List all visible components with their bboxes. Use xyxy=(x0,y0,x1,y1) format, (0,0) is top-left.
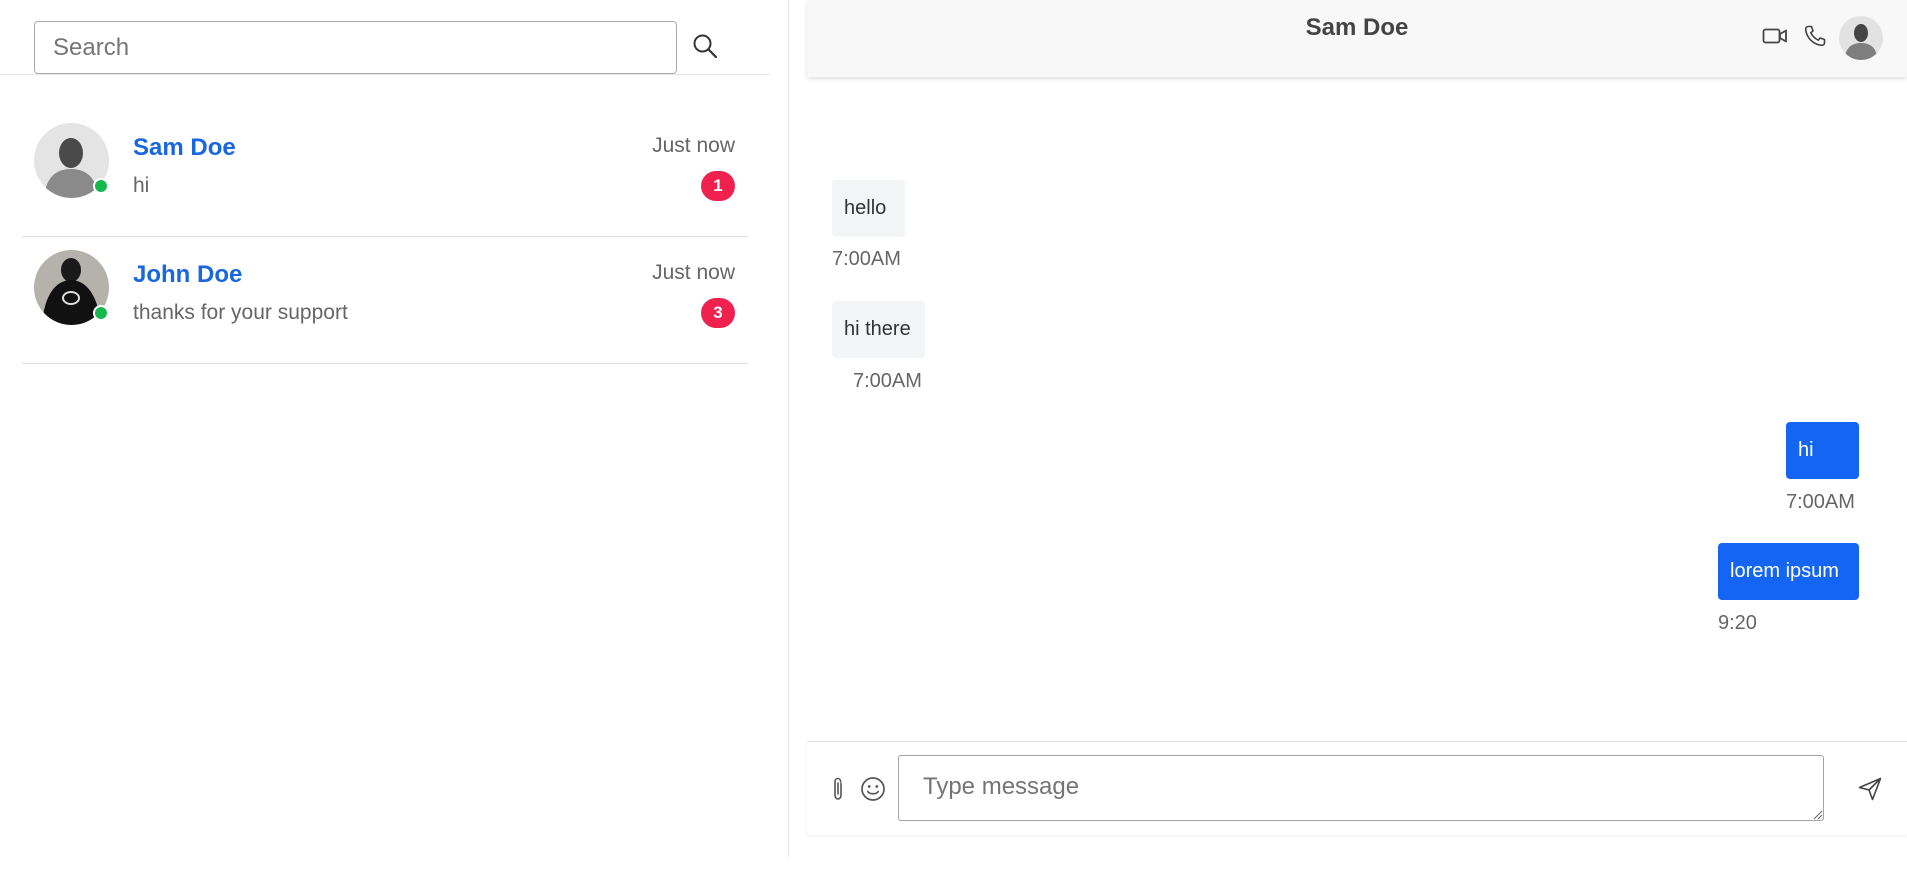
message-text: hi there xyxy=(844,318,911,340)
message-input[interactable] xyxy=(898,755,1824,821)
conversation-header: Sam Doe xyxy=(807,0,1907,77)
unread-badge: 3 xyxy=(701,298,735,328)
send-icon[interactable] xyxy=(1856,775,1884,803)
paperclip-icon[interactable] xyxy=(824,775,852,803)
phone-icon[interactable] xyxy=(1801,22,1829,50)
message-bubble-incoming: hi there xyxy=(832,301,925,358)
online-status-dot xyxy=(93,305,109,321)
message-time: 7:00AM xyxy=(1786,491,1855,513)
video-camera-icon[interactable] xyxy=(1761,22,1789,50)
message-bubble-incoming: hello xyxy=(832,180,905,237)
resize-grip-icon[interactable] xyxy=(1813,810,1823,820)
chat-name: John Doe xyxy=(133,261,243,288)
unread-badge: 1 xyxy=(701,171,735,201)
search-icon[interactable] xyxy=(690,31,720,61)
online-status-dot xyxy=(93,178,109,194)
chat-preview: thanks for your support xyxy=(133,301,348,324)
chat-time: Just now xyxy=(652,134,735,157)
chat-name: Sam Doe xyxy=(133,134,236,161)
chat-list-sidebar: Sam Doe hi Just now 1 John Doe thanks fo… xyxy=(0,0,789,857)
conversation-panel: Sam Doe hello 7:00AM hi there 7:00AM hi … xyxy=(807,0,1907,835)
contact-avatar[interactable] xyxy=(1839,16,1883,60)
message-bubble-outgoing: hi xyxy=(1786,422,1859,479)
message-text: lorem ipsum xyxy=(1730,560,1839,582)
message-bubble-outgoing: lorem ipsum xyxy=(1718,543,1859,600)
message-text: hello xyxy=(844,197,887,219)
message-time: 7:00AM xyxy=(832,248,901,270)
search-input[interactable] xyxy=(34,21,677,74)
message-text: hi xyxy=(1798,439,1814,461)
conversation-title: Sam Doe xyxy=(1305,14,1409,41)
emoji-icon[interactable] xyxy=(859,775,887,803)
message-composer xyxy=(807,741,1907,835)
chat-preview: hi xyxy=(133,174,150,197)
chat-time: Just now xyxy=(652,261,735,284)
message-time: 7:00AM xyxy=(853,370,922,392)
search-bar xyxy=(0,0,770,75)
message-time: 9:20 xyxy=(1718,612,1757,634)
chat-list-item-sam-doe[interactable]: Sam Doe hi Just now 1 xyxy=(22,110,748,237)
chat-list-item-john-doe[interactable]: John Doe thanks for your support Just no… xyxy=(22,237,748,364)
